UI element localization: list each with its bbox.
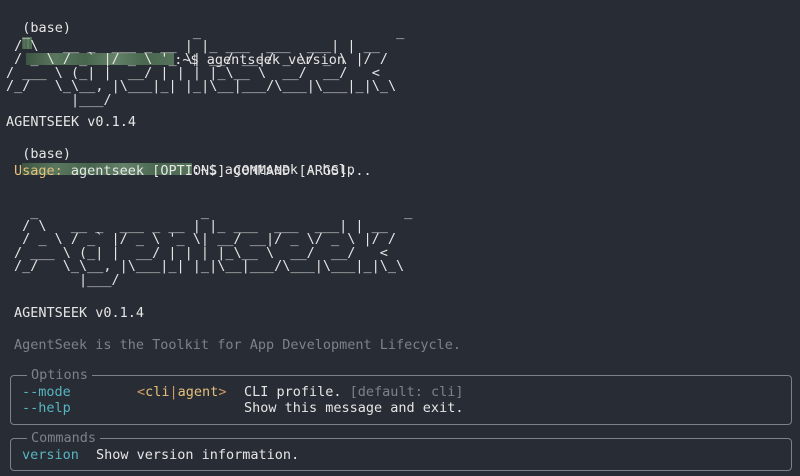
options-panel: Options --mode <cli|agent> CLI profile. … [10,367,792,425]
ascii-logo: _ _ _ / \ __ _ ___ _ __ | |_ ___ ___ ___… [14,204,413,288]
options-title: Options [27,367,92,383]
usage-text: agentseek [OPTIONS] COMMAND [ARGS]... [62,163,372,179]
description: AgentSeek is the Toolkit for App Develop… [14,337,462,353]
version-output: AGENTSEEK v0.1.4 [6,114,137,130]
prompt-env: (base) [22,146,72,162]
version-output: AGENTSEEK v0.1.4 [14,305,145,321]
ascii-logo: _ _ _ / \ __ _ ___ _ __ | |_ ___ ___ ___… [6,24,405,108]
option-description: Show this message and exit. [244,400,464,416]
command-description: Show version information. [96,447,300,463]
option-choices: <cli|agent> [137,384,227,400]
option-flag: --mode [22,384,71,400]
commands-panel: Commands version Show version informatio… [10,430,792,471]
commands-title: Commands [27,430,101,446]
usage-line: Usage: agentseek [OPTIONS] COMMAND [ARGS… [14,163,372,179]
command-name: version [22,447,79,463]
option-flag: --help [22,400,71,416]
usage-label: Usage: [14,163,63,179]
option-description: CLI profile. [default: cli] [244,384,464,400]
